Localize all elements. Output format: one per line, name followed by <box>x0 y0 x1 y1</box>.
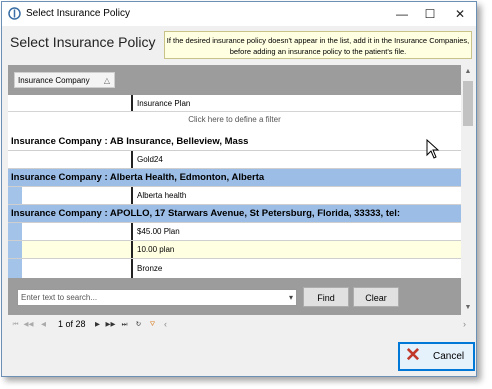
prev-page-icon[interactable]: ◀ <box>38 319 49 330</box>
grid-rows: Insurance Plan Click here to define a fi… <box>8 95 461 278</box>
search-bar: Enter text to search... ▾ Find Clear <box>8 278 461 315</box>
search-placeholder: Enter text to search... <box>21 293 98 302</box>
info-note: If the desired insurance policy doesn't … <box>164 31 472 59</box>
cancel-x-icon: ✕ <box>405 345 421 366</box>
scroll-up-icon[interactable]: ▲ <box>461 65 475 79</box>
filter-icon[interactable]: ⛛ <box>147 319 158 330</box>
maximize-button[interactable]: ☐ <box>416 2 444 26</box>
table-row[interactable]: Gold24 <box>8 151 461 169</box>
scroll-right-icon[interactable]: › <box>463 319 466 329</box>
refresh-icon[interactable]: ↻ <box>133 319 144 330</box>
table-row[interactable]: 10.00 plan <box>8 241 461 259</box>
group-column-chip[interactable]: Insurance Company △ <box>14 72 115 88</box>
table-row[interactable]: $45.00 Plan <box>8 223 461 241</box>
scroll-thumb[interactable] <box>463 81 473 126</box>
plan-cell: $45.00 Plan <box>131 223 180 240</box>
next-page-icon[interactable]: ▶ <box>92 319 103 330</box>
group-by-area: Insurance Company △ <box>8 65 461 95</box>
group-row-ab-insurance[interactable]: Insurance Company : AB Insurance, Bellev… <box>8 133 461 151</box>
scroll-down-icon[interactable]: ▼ <box>461 301 475 315</box>
clear-button[interactable]: Clear <box>353 287 399 307</box>
page-title: Select Insurance Policy <box>10 34 156 50</box>
group-indent <box>8 187 22 204</box>
last-page-icon[interactable]: ⏭ <box>119 319 130 330</box>
sort-triangle-icon: △ <box>103 76 110 85</box>
column-header-insurance-plan[interactable]: Insurance Plan <box>131 95 190 111</box>
grid-panel: Insurance Company △ Insurance Plan Click… <box>8 65 475 335</box>
vertical-scrollbar[interactable]: ▲ ▼ <box>461 65 475 315</box>
search-input[interactable]: Enter text to search... ▾ <box>17 289 297 306</box>
cancel-button[interactable]: ✕ Cancel <box>398 342 475 371</box>
chevron-down-icon[interactable]: ▾ <box>289 290 293 305</box>
next-page-block-icon[interactable]: ▶▶ <box>105 319 116 330</box>
pager-bar: ⏮ ◀◀ ◀ 1 of 28 ▶ ▶▶ ⏭ ↻ ⛛ ‹ › <box>8 315 475 335</box>
table-row[interactable]: Bronze <box>8 259 461 278</box>
group-indent <box>8 223 22 240</box>
dialog-window: Select Insurance Policy — ☐ ✕ Select Ins… <box>1 1 477 377</box>
table-row[interactable]: Alberta health <box>8 187 461 205</box>
column-header-row: Insurance Plan <box>8 95 461 112</box>
cancel-label: Cancel <box>433 351 465 362</box>
plan-cell: Bronze <box>131 259 162 278</box>
group-indent <box>8 259 22 278</box>
group-indent <box>8 241 22 258</box>
group-row-alberta-health[interactable]: Insurance Company : Alberta Health, Edmo… <box>8 169 461 187</box>
mouse-cursor-icon <box>426 139 440 159</box>
group-row-apollo[interactable]: Insurance Company : APOLLO, 17 Starwars … <box>8 205 461 223</box>
find-button[interactable]: Find <box>303 287 349 307</box>
app-logo-icon <box>8 7 21 20</box>
close-button[interactable]: ✕ <box>446 2 474 26</box>
filter-row[interactable]: Click here to define a filter <box>8 115 461 124</box>
scroll-left-icon[interactable]: ‹ <box>164 319 167 329</box>
plan-cell: 10.00 plan <box>131 241 174 258</box>
plan-cell: Gold24 <box>131 151 163 168</box>
window-title: Select Insurance Policy <box>26 8 130 19</box>
group-column-label: Insurance Company <box>18 76 90 85</box>
minimize-button[interactable]: — <box>388 2 416 26</box>
page-indicator: 1 of 28 <box>58 319 86 329</box>
plan-cell: Alberta health <box>131 187 186 204</box>
first-page-icon[interactable]: ⏮ <box>10 319 21 330</box>
prev-page-block-icon[interactable]: ◀◀ <box>23 319 34 330</box>
title-bar: Select Insurance Policy — ☐ ✕ <box>2 2 476 26</box>
